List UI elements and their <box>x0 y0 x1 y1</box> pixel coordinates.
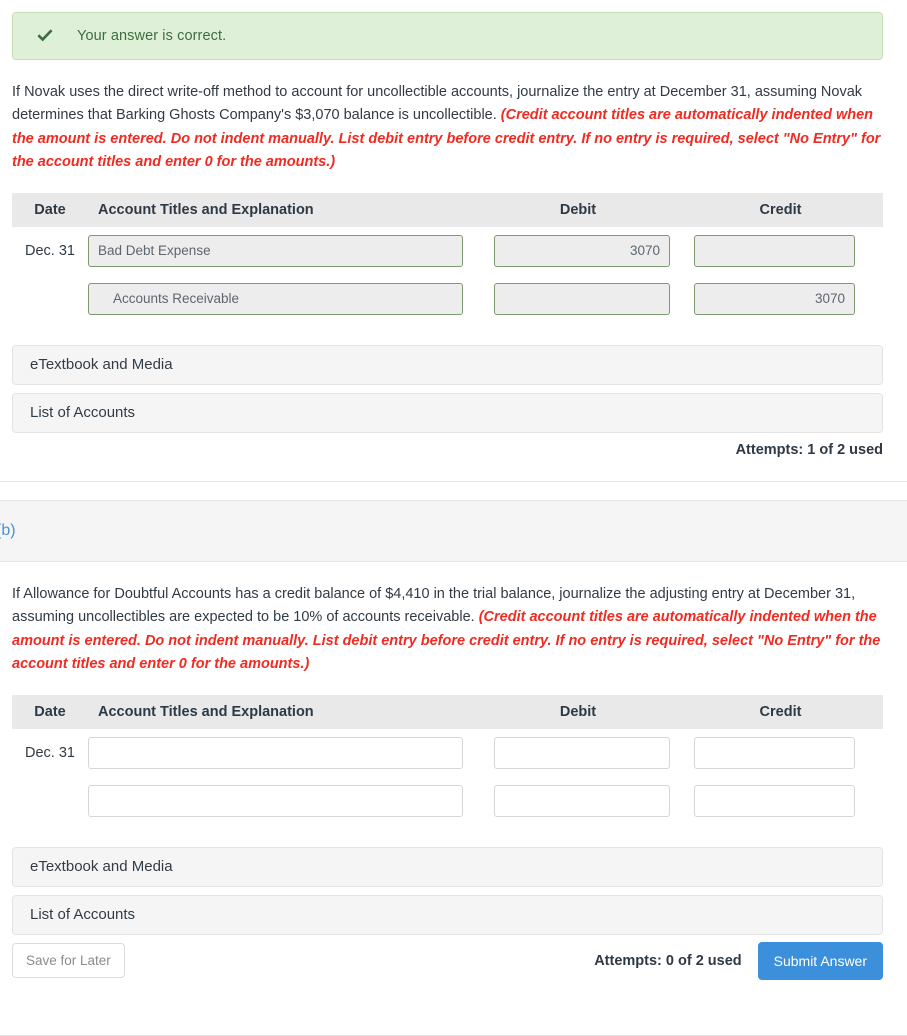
attempts-text: Attempts: 1 of 2 used <box>735 441 883 458</box>
save-for-later-button[interactable]: Save for Later <box>12 943 125 979</box>
list-of-accounts-label: List of Accounts <box>30 404 136 422</box>
account-title-input[interactable] <box>88 234 463 267</box>
row-date: Dec. 31 <box>25 242 75 259</box>
debit-cell <box>478 784 678 817</box>
debit-amount-input[interactable] <box>494 282 670 315</box>
column-header-date: Date <box>34 201 66 218</box>
account-cell <box>88 784 478 817</box>
table-row <box>12 777 883 825</box>
question-text-b: If Allowance for Doubtful Accounts has a… <box>12 583 883 677</box>
list-of-accounts-link-b[interactable]: List of Accounts <box>12 894 883 935</box>
column-header-debit: Debit <box>559 703 597 720</box>
list-of-accounts-label: List of Accounts <box>30 906 136 924</box>
credit-amount-input[interactable] <box>694 282 855 315</box>
debit-cell <box>478 736 678 769</box>
credit-cell <box>678 234 883 267</box>
credit-cell <box>678 282 883 315</box>
account-cell <box>88 736 478 769</box>
debit-amount-input[interactable] <box>494 736 670 769</box>
column-header-debit: Debit <box>559 201 597 218</box>
column-header-credit: Credit <box>759 201 802 218</box>
submit-answer-button[interactable]: Submit Answer <box>757 941 883 980</box>
account-cell <box>88 234 478 267</box>
credit-cell <box>678 736 883 769</box>
part-b-label: (b) <box>0 521 16 539</box>
debit-cell <box>478 282 678 315</box>
question-text-a: If Novak uses the direct write-off metho… <box>12 81 883 175</box>
success-alert-text: Your answer is correct. <box>77 28 227 44</box>
credit-amount-input[interactable] <box>694 784 855 817</box>
table-header-row: Date Account Titles and Explanation Debi… <box>12 192 883 227</box>
journal-table-a: Date Account Titles and Explanation Debi… <box>12 192 883 323</box>
row-date: Dec. 31 <box>25 744 75 761</box>
debit-cell <box>478 234 678 267</box>
etextbook-and-media-link-b[interactable]: eTextbook and Media <box>12 846 883 887</box>
list-of-accounts-link-a[interactable]: List of Accounts <box>12 392 883 433</box>
etextbook-label: eTextbook and Media <box>30 858 173 876</box>
credit-amount-input[interactable] <box>694 736 855 769</box>
credit-amount-input[interactable] <box>694 234 855 267</box>
debit-amount-input[interactable] <box>494 234 670 267</box>
action-bar: Save for Later Attempts: 0 of 2 used Sub… <box>12 935 883 987</box>
debit-amount-input[interactable] <box>494 784 670 817</box>
part-b-header: (b) <box>0 499 907 562</box>
table-header-row: Date Account Titles and Explanation Debi… <box>12 694 883 729</box>
account-cell <box>88 282 478 315</box>
etextbook-and-media-link-a[interactable]: eTextbook and Media <box>12 344 883 385</box>
table-row: Dec. 31 <box>12 729 883 777</box>
journal-table-b: Date Account Titles and Explanation Debi… <box>12 694 883 825</box>
column-header-account: Account Titles and Explanation <box>98 201 314 218</box>
account-title-input[interactable] <box>88 282 463 315</box>
check-icon <box>35 26 55 46</box>
attempts-row-a: Attempts: 1 of 2 used <box>12 433 883 467</box>
success-alert: Your answer is correct. <box>12 12 883 60</box>
column-header-credit: Credit <box>759 703 802 720</box>
table-row <box>12 275 883 323</box>
account-title-input[interactable] <box>88 784 463 817</box>
etextbook-label: eTextbook and Media <box>30 356 173 374</box>
column-header-date: Date <box>34 703 66 720</box>
table-row: Dec. 31 <box>12 227 883 275</box>
attempts-text: Attempts: 0 of 2 used <box>594 952 742 969</box>
account-title-input[interactable] <box>88 736 463 769</box>
column-header-account: Account Titles and Explanation <box>98 703 314 720</box>
credit-cell <box>678 784 883 817</box>
